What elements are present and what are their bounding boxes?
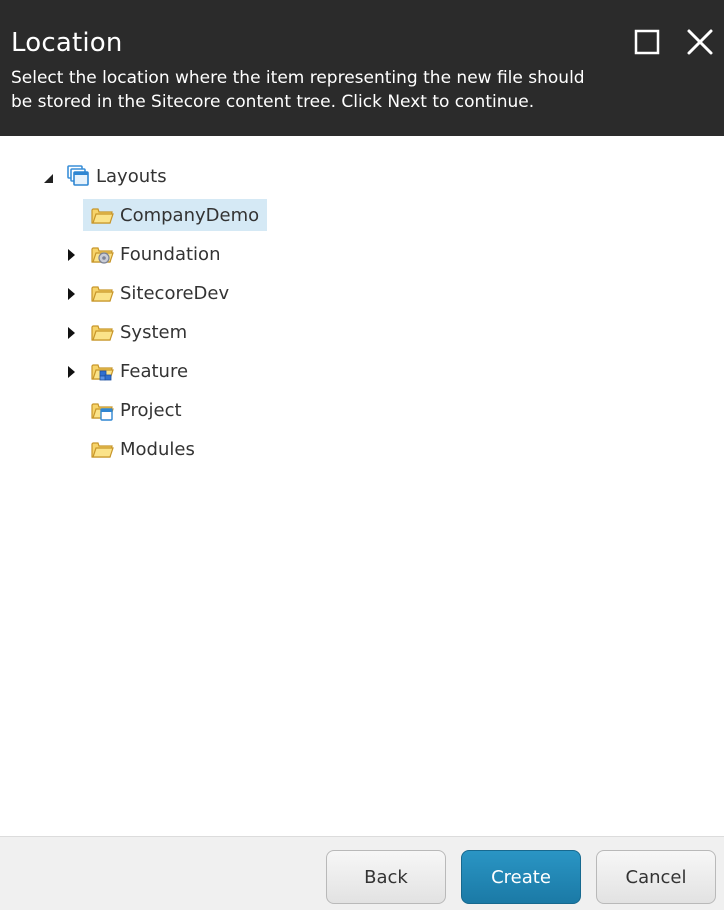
tree-node-label: Feature <box>120 360 189 382</box>
close-icon <box>687 29 713 55</box>
maximize-button[interactable] <box>631 26 663 58</box>
collapsed-triangle-icon <box>68 366 75 378</box>
create-button[interactable]: Create <box>461 850 581 904</box>
cancel-button[interactable]: Cancel <box>596 850 716 904</box>
dialog-footer: Back Create Cancel <box>0 836 724 910</box>
dialog-title: Location <box>11 28 123 58</box>
dialog-header: Location Select the location where the i… <box>0 0 724 136</box>
tree-node-sitecoredev[interactable]: SitecoreDev <box>90 277 229 309</box>
tree-node-feature[interactable]: Feature <box>90 355 188 387</box>
tree-node-label: Project <box>120 399 182 421</box>
folder-project-icon <box>91 403 114 421</box>
tree-node-system[interactable]: System <box>90 316 187 348</box>
folder-icon <box>91 208 114 224</box>
content-tree: Layouts CompanyDemo Foundation SitecoreD… <box>0 136 724 836</box>
tree-expand-toggle-feature[interactable] <box>64 365 78 379</box>
folder-icon <box>91 325 114 341</box>
close-button[interactable] <box>684 26 716 58</box>
tree-node-label: System <box>120 321 188 343</box>
folder-gear-icon <box>91 247 114 264</box>
tree-expand-toggle-sitecoredev[interactable] <box>64 287 78 301</box>
tree-collapse-toggle-layouts[interactable] <box>41 171 55 185</box>
tree-node-label: Foundation <box>120 243 221 265</box>
folder-feature-icon <box>91 364 114 381</box>
collapsed-triangle-icon <box>68 288 75 300</box>
tree-node-label: Layouts <box>96 165 167 187</box>
folder-icon <box>91 286 114 302</box>
back-button[interactable]: Back <box>326 850 446 904</box>
layouts-icon <box>67 165 89 186</box>
tree-expand-toggle-system[interactable] <box>64 326 78 340</box>
tree-node-companydemo[interactable]: CompanyDemo <box>83 199 268 231</box>
tree-expand-toggle-foundation[interactable] <box>64 248 78 262</box>
tree-node-layouts[interactable]: Layouts <box>66 160 167 192</box>
tree-node-label: SitecoreDev <box>120 282 230 304</box>
tree-node-foundation[interactable]: Foundation <box>90 238 220 270</box>
tree-node-modules[interactable]: Modules <box>90 433 195 465</box>
folder-icon <box>91 442 114 458</box>
collapsed-triangle-icon <box>68 327 75 339</box>
tree-node-label: Modules <box>120 438 195 460</box>
tree-node-project[interactable]: Project <box>90 394 182 426</box>
tree-node-label: CompanyDemo <box>120 204 260 226</box>
maximize-icon <box>634 29 660 55</box>
dialog-description: Select the location where the item repre… <box>11 68 585 112</box>
collapsed-triangle-icon <box>68 249 75 261</box>
expanded-triangle-icon <box>44 174 53 183</box>
